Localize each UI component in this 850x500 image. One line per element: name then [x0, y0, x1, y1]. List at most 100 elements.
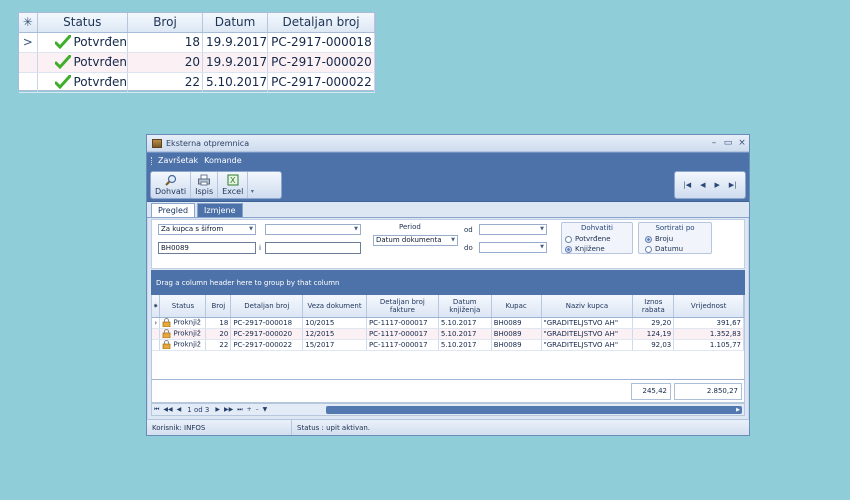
chevron-down-icon: ▼: [249, 226, 253, 232]
chevron-down-icon: ▼: [540, 244, 544, 250]
radio-broju[interactable]: Broju: [645, 235, 673, 243]
kupac-filter-value: Za kupca s šifrom: [161, 225, 224, 233]
menu-zavrsetak[interactable]: Završetak: [158, 156, 198, 165]
secondary-combo[interactable]: ▼: [265, 224, 361, 235]
vrijednost-cell: 1.105,77: [673, 339, 744, 351]
pager-add-icon[interactable]: +: [245, 406, 254, 413]
radio-knjizene[interactable]: Knjižene: [565, 245, 605, 253]
col-header-datum-knjizenja[interactable]: Datum knjiženja: [438, 295, 492, 318]
toolbar-overflow-icon[interactable]: ▾: [248, 172, 256, 198]
datum-knjizenja-cell: 5.10.2017: [438, 317, 492, 329]
col-header-broj[interactable]: Broj: [205, 295, 232, 318]
detaljan-broj-cell: PC-2917-000022: [230, 339, 304, 351]
datum-knjizenja-cell: 5.10.2017: [438, 328, 492, 340]
close-button[interactable]: ×: [735, 138, 749, 148]
col-header-datum[interactable]: Datum: [202, 13, 269, 33]
radio-off-icon: [645, 245, 652, 253]
col-header-status[interactable]: Status: [37, 13, 128, 33]
col-header-iznos-rabata[interactable]: Iznos rabata: [632, 295, 675, 318]
pager-first-icon[interactable]: ⏮: [152, 406, 161, 414]
col-header-veza-dokument[interactable]: Veza dokument: [302, 295, 367, 318]
data-grid: ⁕ Status Broj Detaljan broj Veza dokumen…: [151, 295, 745, 379]
detaljan-broj-cell: PC-2917-000022: [267, 72, 375, 93]
pager-position: 1 od 3: [187, 405, 210, 414]
veza-cell: 12/2015: [302, 328, 367, 340]
prev-record-button[interactable]: ◀: [700, 181, 705, 189]
od-date-picker[interactable]: ▼: [479, 224, 547, 235]
table-row[interactable]: Proknjiž 22 PC-2917-000022 15/2017 PC-11…: [152, 339, 744, 351]
indicator-header: ✳: [19, 13, 38, 33]
pager-prev-icon[interactable]: ◀: [175, 406, 184, 413]
i-label: i: [259, 244, 261, 252]
radio-potvrdene[interactable]: Potvrđene: [565, 235, 611, 243]
broj-cell: 18: [205, 317, 232, 329]
first-record-button[interactable]: |◀: [683, 181, 691, 189]
table-row[interactable]: Potvrđen 20 19.9.2017 PC-2917-000020: [19, 52, 375, 73]
i-input[interactable]: [265, 242, 361, 254]
ispis-button[interactable]: Ispis: [191, 172, 219, 198]
last-record-button[interactable]: ▶|: [729, 181, 737, 189]
minimize-button[interactable]: –: [707, 138, 721, 148]
radio-datumu[interactable]: Datumu: [645, 245, 683, 253]
table-row[interactable]: Potvrđen 22 5.10.2017 PC-2917-000022: [19, 72, 375, 93]
eksterna-otpremnica-window: Eksterna otpremnica – ▭ × Završetak Koma…: [146, 134, 750, 436]
table-row[interactable]: > Potvrđen 18 19.9.2017 PC-2917-000018: [19, 32, 375, 53]
kupac-filter-combo[interactable]: Za kupca s šifrom ▼: [158, 224, 256, 235]
excel-label: Excel: [222, 187, 244, 196]
pager-last-icon[interactable]: ⏭: [235, 406, 244, 414]
next-record-button[interactable]: ▶: [714, 181, 719, 189]
kupac-sifra-input[interactable]: BH0089: [158, 242, 256, 254]
tab-izmjene[interactable]: Izmjene: [197, 203, 243, 217]
col-header-detaljan-broj[interactable]: Detaljan broj: [230, 295, 304, 318]
app-icon: [152, 138, 162, 148]
dohvati-button[interactable]: Dohvati: [151, 172, 192, 198]
title-bar[interactable]: Eksterna otpremnica – ▭ ×: [147, 135, 749, 152]
horizontal-scrollbar[interactable]: ▶: [326, 406, 742, 414]
detaljan-broj-cell: PC-2917-000020: [267, 52, 375, 73]
datum-knjizenja-cell: 5.10.2017: [438, 339, 492, 351]
tab-pregled[interactable]: Pregled: [151, 203, 196, 217]
broj-cell: 18: [127, 32, 203, 53]
do-date-picker[interactable]: ▼: [479, 242, 547, 253]
veza-cell: 15/2017: [302, 339, 367, 351]
veza-cell: 10/2015: [302, 317, 367, 329]
scroll-right-icon[interactable]: ▶: [734, 406, 742, 414]
group-panel[interactable]: Drag a column header here to group by th…: [151, 270, 745, 295]
row-pointer-icon: >: [19, 32, 38, 53]
det-fakture-cell: PC-1117-000017: [366, 339, 439, 351]
datum-cell: 5.10.2017: [202, 72, 269, 93]
menu-grip[interactable]: [151, 156, 154, 165]
col-header-broj[interactable]: Broj: [127, 13, 203, 33]
broj-cell: 22: [127, 72, 203, 93]
toolbar-band: Dohvati Ispis X Excel ▾ |◀ ◀ ▶ ▶|: [147, 168, 749, 202]
status-text: Proknjiž: [173, 318, 201, 327]
radio-off-icon: [565, 235, 572, 243]
status-text: Proknjiž: [173, 340, 201, 349]
pager-delete-icon[interactable]: –: [254, 406, 261, 413]
pager-filter-icon[interactable]: ▼: [261, 406, 270, 413]
grid-pager: ⏮ ◀◀ ◀ 1 od 3 ▶ ▶▶ ⏭ + – ▼ ▶: [151, 403, 745, 416]
table-row[interactable]: › Proknjiž 18 PC-2917-000018 10/2015 PC-…: [152, 317, 744, 329]
det-fakture-cell: PC-1117-000017: [366, 317, 439, 329]
col-header-naziv-kupca[interactable]: Naziv kupca: [541, 295, 634, 318]
table-row[interactable]: Proknjiž 20 PC-2917-000020 12/2015 PC-11…: [152, 328, 744, 340]
maximize-button[interactable]: ▭: [721, 138, 735, 148]
col-header-vrijednost[interactable]: Vrijednost: [673, 295, 744, 318]
col-header-status[interactable]: Status: [159, 295, 207, 318]
lock-icon: [163, 329, 171, 338]
total-iznos-rabata: 245,42: [631, 383, 671, 400]
totals-footer: 245,42 2.850,27: [151, 379, 745, 403]
pager-next-page-icon[interactable]: ▶▶: [222, 406, 235, 413]
pager-prev-page-icon[interactable]: ◀◀: [161, 406, 174, 413]
period-combo[interactable]: Datum dokumenta ▼: [373, 235, 458, 246]
naziv-cell: "GRADITELJSTVO AH": [541, 339, 634, 351]
dohvati-label: Dohvati: [155, 187, 187, 196]
menu-komande[interactable]: Komande: [204, 156, 242, 165]
col-header-kupac[interactable]: Kupac: [491, 295, 542, 318]
pager-next-icon[interactable]: ▶: [213, 406, 222, 413]
lock-icon: [163, 340, 171, 349]
col-header-detaljan-broj[interactable]: Detaljan broj: [267, 13, 375, 33]
check-icon: [54, 75, 71, 90]
col-header-detaljan-broj-fakture[interactable]: Detaljan broj fakture: [366, 295, 439, 318]
excel-button[interactable]: X Excel: [218, 172, 249, 198]
